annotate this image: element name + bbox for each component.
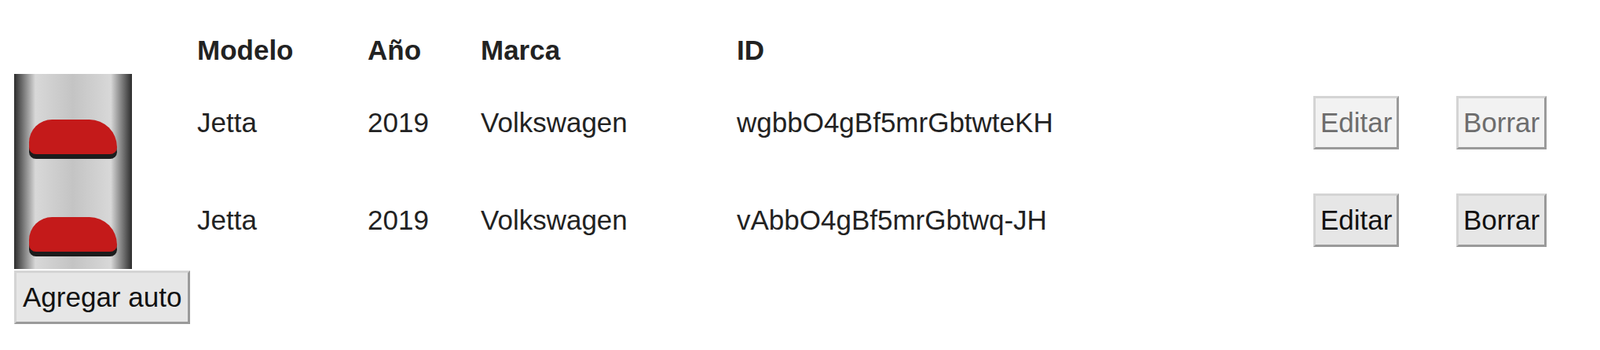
action-cell: Editar (1313, 73, 1457, 172)
table-row: Jetta2019VolkswagenwgbbO4gBf5mrGbtwteKHE… (14, 73, 1567, 172)
table-cell: 2019 (367, 171, 481, 269)
column-header: Marca (480, 34, 737, 74)
cars-table: ModeloAñoMarcaIDJetta2019VolkswagenwgbbO… (14, 34, 1567, 269)
table-cell: 2019 (367, 73, 481, 172)
page: ModeloAñoMarcaIDJetta2019VolkswagenwgbbO… (6, 6, 1594, 324)
image-header (14, 34, 198, 74)
action-cell: Editar (1313, 171, 1457, 269)
car-shape (29, 216, 118, 252)
car-photo (14, 171, 132, 269)
add-car-button[interactable]: Agregar auto (14, 270, 191, 324)
table-row: Jetta2019VolkswagenvAbbO4gBf5mrGbtwq-JHE… (14, 171, 1567, 269)
column-header: Modelo (197, 34, 368, 74)
table-cell: wgbbO4gBf5mrGbtwteKH (736, 73, 1314, 172)
photo-cell (14, 73, 198, 172)
edit-button[interactable]: Editar (1313, 193, 1399, 247)
action-header (1456, 34, 1567, 74)
action-cell: Borrar (1456, 171, 1567, 269)
column-header: Año (367, 34, 481, 74)
action-cell: Borrar (1456, 73, 1567, 172)
photo-cell (14, 171, 198, 269)
table-cell: Jetta (197, 171, 368, 269)
table-cell: Volkswagen (480, 73, 737, 172)
car-shape (29, 119, 118, 154)
header-row: ModeloAñoMarcaID (14, 34, 1567, 74)
action-header (1313, 34, 1457, 74)
car-photo (14, 73, 132, 172)
column-header: ID (736, 34, 1314, 74)
edit-button[interactable]: Editar (1313, 95, 1399, 150)
delete-button[interactable]: Borrar (1456, 95, 1547, 150)
table-cell: Volkswagen (480, 171, 737, 269)
table-cell: vAbbO4gBf5mrGbtwq-JH (736, 171, 1314, 269)
table-cell: Jetta (197, 73, 368, 172)
delete-button[interactable]: Borrar (1456, 193, 1547, 247)
